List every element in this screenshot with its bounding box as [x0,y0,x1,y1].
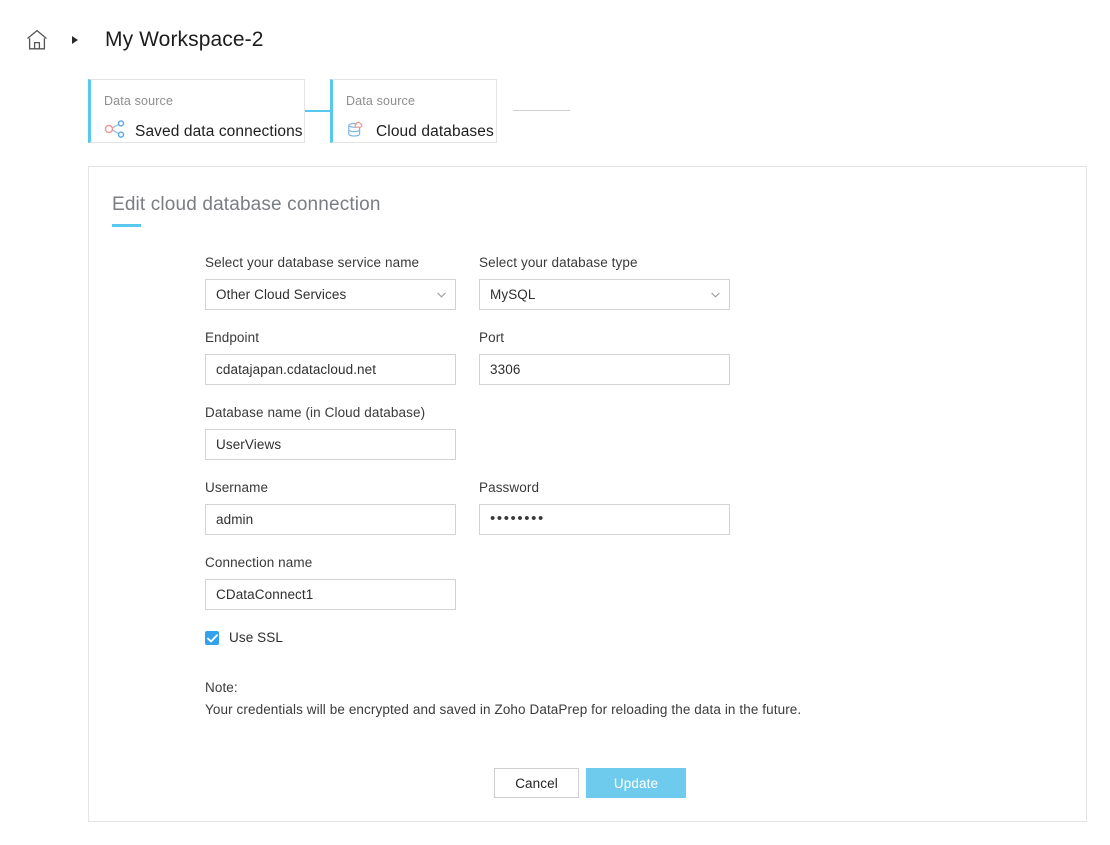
field-database-service-name: Select your database service name Other … [205,255,456,310]
field-value: •••••••• [490,510,545,527]
port-input[interactable]: 3306 [479,354,730,385]
use-ssl-label: Use SSL [229,630,283,645]
field-value: admin [216,512,253,527]
cancel-button[interactable]: Cancel [494,768,579,798]
flow-connector-line [305,110,330,112]
field-database-type: Select your database type MySQL [479,255,730,310]
database-service-name-select[interactable]: Other Cloud Services [205,279,456,310]
use-ssl-checkbox[interactable] [205,631,219,645]
field-label: Connection name [205,555,456,571]
connection-form: Select your database service name Other … [205,255,865,630]
field-label: Database name (in Cloud database) [205,405,456,421]
update-button[interactable]: Update [586,768,686,798]
field-database-name: Database name (in Cloud database) UserVi… [205,405,456,460]
field-username: Username admin [205,480,456,535]
username-input[interactable]: admin [205,504,456,535]
field-value: Other Cloud Services [216,287,346,302]
field-value: cdatajapan.cdatacloud.net [216,362,376,377]
flow-card-label: Saved data connections [135,123,303,141]
field-value: CDataConnect1 [216,587,313,602]
form-title: Edit cloud database connection [112,194,381,216]
field-endpoint: Endpoint cdatajapan.cdatacloud.net [205,330,456,385]
form-actions: Cancel Update [494,768,686,798]
form-row: Endpoint cdatajapan.cdatacloud.net Port … [205,330,865,405]
flow-tail-line [513,110,570,111]
password-input[interactable]: •••••••• [479,504,730,535]
field-value: 3306 [490,362,520,377]
form-row: Select your database service name Other … [205,255,865,330]
cloud-database-icon [346,119,367,145]
connection-name-input[interactable]: CDataConnect1 [205,579,456,610]
flow-card-label: Cloud databases [376,123,494,141]
endpoint-input[interactable]: cdatajapan.cdatacloud.net [205,354,456,385]
edit-connection-panel: Edit cloud database connection Select yo… [88,166,1087,822]
note-body: Your credentials will be encrypted and s… [205,699,801,721]
form-row: Username admin Password •••••••• [205,480,865,555]
flow-card-kicker: Data source [346,94,480,108]
field-label: Port [479,330,730,346]
field-password: Password •••••••• [479,480,730,535]
flow-card-kicker: Data source [104,94,288,108]
field-value: UserViews [216,437,281,452]
flow-card-cloud-databases[interactable]: Data source Cloud databases [330,79,497,143]
note-heading: Note: [205,677,801,699]
field-label: Endpoint [205,330,456,346]
data-flow-strip: Data source Saved data connections Data … [0,0,1110,160]
field-value: MySQL [490,287,536,302]
form-row: Connection name CDataConnect1 [205,555,865,630]
share-nodes-icon [104,119,126,144]
field-label: Select your database service name [205,255,456,271]
field-label: Password [479,480,730,496]
note-block: Note: Your credentials will be encrypted… [205,677,801,721]
field-connection-name: Connection name CDataConnect1 [205,555,456,610]
check-icon [207,634,218,643]
form-row: Database name (in Cloud database) UserVi… [205,405,865,480]
field-label: Select your database type [479,255,730,271]
use-ssl-checkbox-row[interactable]: Use SSL [205,630,283,645]
database-name-input[interactable]: UserViews [205,429,456,460]
form-title-underline [112,224,141,227]
field-label: Username [205,480,456,496]
flow-card-saved-data-connections[interactable]: Data source Saved data connections [88,79,305,143]
chevron-down-icon [437,292,446,298]
field-port: Port 3306 [479,330,730,385]
chevron-down-icon [711,292,720,298]
database-type-select[interactable]: MySQL [479,279,730,310]
